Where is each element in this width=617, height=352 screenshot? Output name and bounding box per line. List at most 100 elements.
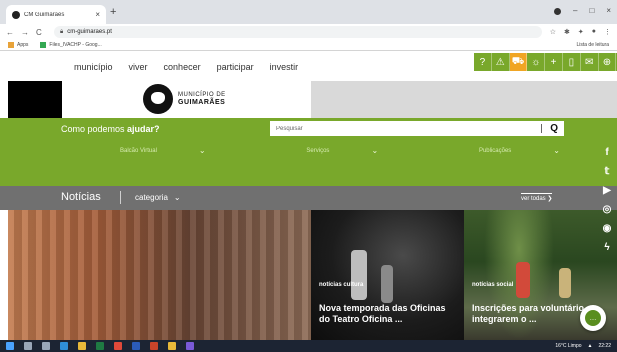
edge-icon[interactable]: [60, 342, 68, 350]
warning-icon[interactable]: ⚠: [492, 53, 510, 71]
profile-icon[interactable]: ●: [592, 28, 596, 36]
app-icon[interactable]: [186, 342, 194, 350]
news-card-library[interactable]: [8, 210, 311, 340]
service-dropdowns: Balcão Virtual ⌄ Serviços ⌄ Publicações …: [120, 146, 560, 155]
word-icon[interactable]: [132, 342, 140, 350]
powerpoint-icon[interactable]: [150, 342, 158, 350]
forward-button[interactable]: →: [21, 28, 29, 37]
card-category: notícias social: [472, 282, 514, 288]
news-title: Notícias: [61, 191, 101, 203]
reload-button[interactable]: C: [36, 28, 42, 37]
card-category: notícias cultura: [319, 282, 364, 288]
chrome-icon[interactable]: [114, 342, 122, 350]
dropdown-balcao-virtual[interactable]: Balcão Virtual ⌄: [120, 146, 206, 155]
drive-icon: [40, 42, 47, 48]
minimize-button[interactable]: –: [573, 6, 577, 16]
window-controls: – □ ×: [554, 6, 611, 16]
tab-title: CM Guimarães: [24, 11, 65, 18]
quick-tools-strip: ? ⚠ ⛟ ☼ + ▯ ✉ ⊕: [474, 53, 617, 71]
youtube-icon[interactable]: ▶: [603, 184, 611, 197]
facebook-icon[interactable]: f: [605, 146, 608, 159]
see-all-news-link[interactable]: ver todas ❯: [521, 193, 553, 202]
tab-close-icon[interactable]: ×: [95, 10, 100, 19]
search-box: Q: [270, 121, 564, 136]
chat-bubble-icon: …: [585, 310, 601, 326]
address-bar-icons: ☆ ✱ ✦ ● ⋮: [550, 28, 611, 36]
nav-buttons: ← → C: [6, 28, 54, 37]
nav-link-conhecer[interactable]: conhecer: [164, 62, 201, 72]
help-icon[interactable]: ?: [474, 53, 492, 71]
news-card-theatre[interactable]: notícias cultura Nova temporada das Ofic…: [311, 210, 464, 340]
card-headline[interactable]: Nova temporada das Oficinas do Teatro Of…: [319, 303, 459, 325]
os-taskbar: 16°C Limpo ▲ 22:22: [0, 340, 617, 352]
network-icon[interactable]: ▲: [588, 343, 593, 349]
volunteer-figure: [559, 268, 571, 298]
chevron-down-icon: ⌄: [173, 193, 181, 202]
search-input[interactable]: [276, 125, 534, 132]
maximize-button[interactable]: □: [589, 6, 594, 16]
plus-icon[interactable]: +: [545, 53, 563, 71]
back-button[interactable]: ←: [6, 28, 14, 37]
record-icon[interactable]: [554, 7, 562, 15]
favicon-icon: [12, 10, 20, 19]
lock-icon[interactable]: 🔒︎: [60, 29, 63, 36]
dropdown-publicacoes[interactable]: Publicações ⌄: [479, 146, 560, 155]
stage-figure: [381, 265, 393, 303]
news-divider: [120, 191, 121, 204]
dropdown-label: Balcão Virtual: [120, 147, 157, 154]
sun-icon[interactable]: ☼: [527, 53, 546, 71]
nav-link-municipio[interactable]: município: [74, 62, 113, 72]
social-sidebar: f 𝕥 ▶ ◎ ◉ ϟ: [597, 146, 617, 254]
system-tray: 16°C Limpo ▲ 22:22: [555, 343, 611, 349]
dropdown-servicos[interactable]: Serviços ⌄: [306, 146, 378, 155]
header-banner: [311, 81, 617, 118]
windows-start-icon[interactable]: [6, 342, 14, 350]
search-icon[interactable]: [24, 342, 32, 350]
search-icon[interactable]: Q: [550, 123, 558, 134]
file-explorer-icon[interactable]: [78, 342, 86, 350]
logo-subtitle: MUNICÍPIO DE: [178, 92, 226, 98]
header-black-block: [8, 81, 62, 118]
nav-link-investir[interactable]: investir: [270, 62, 299, 72]
nav-link-viver[interactable]: viver: [129, 62, 148, 72]
close-window-button[interactable]: ×: [606, 6, 611, 16]
chevron-down-icon: ⌄: [198, 146, 206, 155]
excel-icon[interactable]: [96, 342, 104, 350]
top-nav-links: município viver conhecer participar inve…: [74, 62, 298, 72]
nav-link-participar[interactable]: participar: [217, 62, 254, 72]
instagram-icon[interactable]: ◎: [603, 203, 612, 216]
reading-list-button[interactable]: Lista de leitura: [576, 42, 609, 48]
menu-icon[interactable]: ⋮: [604, 28, 611, 36]
flickr-icon[interactable]: ◉: [603, 222, 612, 235]
chat-button[interactable]: …: [580, 305, 606, 331]
puzzle-icon[interactable]: ✦: [578, 28, 584, 36]
phone-icon[interactable]: ▯: [563, 53, 581, 71]
clock-text[interactable]: 22:22: [598, 343, 611, 349]
bookmark-label: Files_IVACHP - Goog...: [49, 42, 102, 48]
folder-icon[interactable]: [168, 342, 176, 350]
extension-icon[interactable]: ✱: [564, 28, 570, 36]
guimaraes-logo-icon[interactable]: [143, 84, 173, 114]
task-view-icon[interactable]: [42, 342, 50, 350]
bookmark-label: Apps: [17, 42, 29, 48]
apps-icon: [8, 42, 14, 48]
browser-tab-bar: CM Guimarães × + – □ ×: [0, 0, 617, 24]
help-prefix: Como podemos: [61, 124, 128, 134]
star-icon[interactable]: ☆: [550, 28, 556, 36]
new-tab-button[interactable]: +: [110, 6, 116, 18]
bookmark-apps[interactable]: Apps: [8, 42, 28, 48]
weather-text[interactable]: 16°C Limpo: [555, 343, 581, 349]
logo-title: GUIMARÃES: [178, 99, 226, 106]
mail-icon[interactable]: ✉: [581, 53, 599, 71]
rss-icon[interactable]: ϟ: [604, 241, 609, 254]
category-dropdown[interactable]: categoria ⌄: [135, 193, 181, 202]
site-logo-text[interactable]: MUNICÍPIO DE GUIMARÃES: [178, 91, 226, 107]
search-divider: [541, 124, 543, 133]
globe-icon[interactable]: ⊕: [599, 53, 617, 71]
car-icon[interactable]: ⛟: [509, 53, 528, 71]
twitter-icon[interactable]: 𝕥: [605, 165, 610, 178]
volunteer-figure: [516, 262, 530, 298]
browser-tab[interactable]: CM Guimarães ×: [6, 5, 106, 24]
bookmark-drive[interactable]: Files_IVACHP - Goog...: [40, 42, 102, 48]
url-field[interactable]: 🔒︎ cm-guimaraes.pt: [54, 26, 542, 38]
